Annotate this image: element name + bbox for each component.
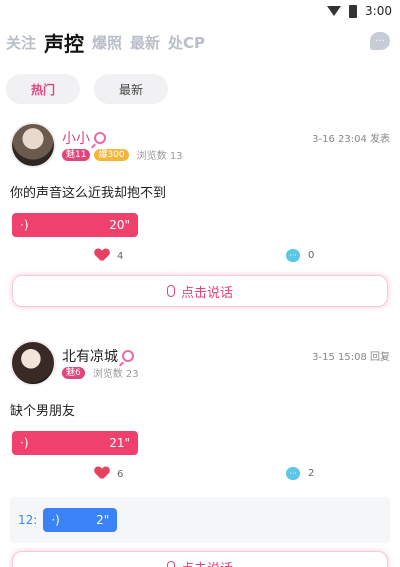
post-content: 缺个男朋友 bbox=[10, 404, 76, 419]
comment-count: 2 bbox=[308, 468, 315, 479]
username[interactable]: 小小 bbox=[62, 128, 106, 148]
user-meta: 魅6 浏览数 23 bbox=[62, 365, 139, 380]
tab-follow[interactable]: 关注 bbox=[6, 32, 36, 53]
female-icon bbox=[122, 350, 134, 362]
reply-voice-message[interactable]: ·) 2" bbox=[43, 508, 118, 532]
comment-count: 0 bbox=[308, 250, 315, 261]
heart-icon bbox=[95, 467, 109, 481]
post-time: 3-15 15:08 回复 bbox=[312, 352, 390, 363]
voice-message[interactable]: ·) 21" bbox=[12, 431, 138, 455]
voice-duration: 20" bbox=[109, 218, 130, 232]
comment-icon: ··· bbox=[286, 467, 300, 480]
charm-badge: 魅6 bbox=[62, 366, 85, 379]
post-actions: 4 ··· 0 bbox=[0, 243, 400, 273]
chat-icon[interactable]: ··· bbox=[370, 32, 390, 50]
battery-icon bbox=[349, 4, 358, 18]
reply-item: 12: ·) 2" bbox=[10, 497, 390, 543]
tab-cp[interactable]: 处CP bbox=[168, 32, 205, 53]
voice-duration: 21" bbox=[109, 436, 130, 450]
post-time: 3-16 23:04 发表 bbox=[312, 134, 390, 145]
view-count: 浏览数 23 bbox=[92, 369, 139, 380]
username-text: 北有凉城 bbox=[62, 349, 118, 365]
like-count: 6 bbox=[117, 468, 124, 480]
username[interactable]: 北有凉城 bbox=[62, 346, 134, 366]
post-card: 小小 魅11 爆300 浏览数 13 3-16 23:04 发表 你的声音这么近… bbox=[0, 122, 400, 309]
female-icon bbox=[94, 132, 106, 144]
tab-voice[interactable]: 声控 bbox=[44, 28, 84, 57]
charm-badge: 魅11 bbox=[62, 148, 91, 161]
filter-bar: 热门 最新 bbox=[0, 62, 400, 104]
filter-latest[interactable]: 最新 bbox=[94, 74, 168, 104]
avatar[interactable] bbox=[10, 340, 56, 386]
talk-button[interactable]: 点击说话 bbox=[12, 275, 388, 307]
like-button[interactable]: 6 bbox=[95, 467, 123, 481]
reply-label: 12: bbox=[18, 513, 38, 527]
filter-hot[interactable]: 热门 bbox=[6, 74, 80, 104]
voice-message[interactable]: ·) 20" bbox=[12, 213, 138, 237]
post-card: 北有凉城 魅6 浏览数 23 3-15 15:08 回复 缺个男朋友 ·) 21… bbox=[0, 340, 400, 567]
sound-icon: ·) bbox=[20, 218, 29, 232]
talk-button-label: 点击说话 bbox=[181, 558, 233, 567]
post-header: 小小 魅11 爆300 浏览数 13 3-16 23:04 发表 bbox=[0, 122, 400, 174]
voice-duration: 2" bbox=[96, 513, 110, 527]
avatar[interactable] bbox=[10, 122, 56, 168]
user-meta: 魅11 爆300 浏览数 13 bbox=[62, 147, 183, 162]
post-content: 你的声音这么近我却抱不到 bbox=[10, 186, 167, 201]
username-text: 小小 bbox=[62, 131, 90, 147]
microphone-icon bbox=[166, 285, 175, 297]
sound-icon: ·) bbox=[20, 436, 29, 450]
like-count: 4 bbox=[117, 250, 124, 262]
talk-button-label: 点击说话 bbox=[180, 285, 233, 301]
status-bar: 3:00 bbox=[0, 0, 400, 22]
view-count: 浏览数 13 bbox=[136, 151, 183, 162]
post-header: 北有凉城 魅6 浏览数 23 3-15 15:08 回复 bbox=[0, 340, 400, 392]
tab-photo[interactable]: 爆照 bbox=[92, 32, 122, 53]
post-actions: 6 ··· 2 bbox=[0, 461, 400, 491]
status-time: 3:00 bbox=[365, 4, 392, 18]
like-button[interactable]: 4 bbox=[95, 249, 123, 263]
heart-icon bbox=[95, 249, 109, 263]
top-nav: 关注 声控 爆照 最新 处CP ··· bbox=[0, 22, 400, 62]
microphone-icon bbox=[166, 561, 175, 567]
sound-icon: ·) bbox=[51, 513, 60, 527]
tab-latest[interactable]: 最新 bbox=[130, 32, 160, 53]
wealth-badge: 爆300 bbox=[94, 148, 129, 161]
talk-button[interactable]: 点击说话 bbox=[12, 551, 388, 567]
comment-icon: ··· bbox=[286, 249, 300, 262]
comment-button[interactable]: ··· 2 bbox=[286, 467, 314, 480]
comment-button[interactable]: ··· 0 bbox=[286, 249, 314, 262]
wifi-icon bbox=[327, 6, 342, 16]
